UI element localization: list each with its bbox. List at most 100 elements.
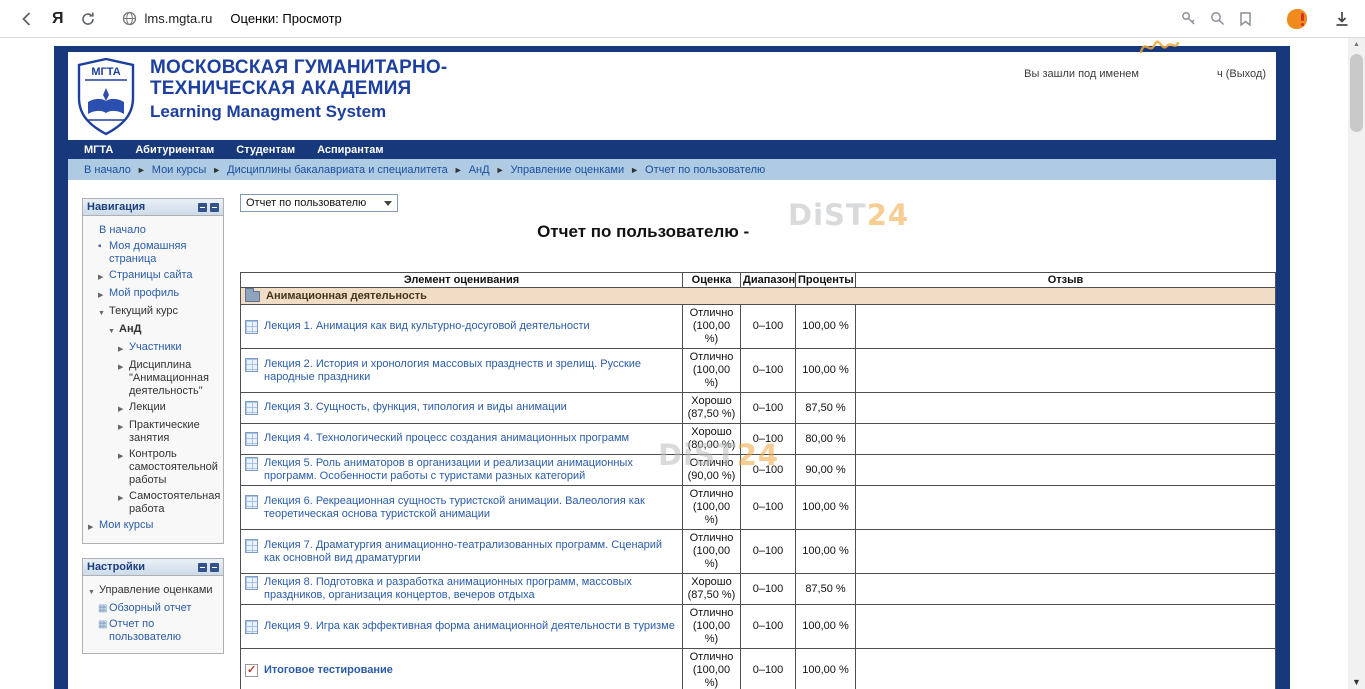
breadcrumb-link[interactable]: Управление оценками	[511, 164, 625, 176]
vertical-scrollbar[interactable]: ▲ ▼	[1348, 38, 1365, 689]
sidebar-item[interactable]: ▦Обзорный отчет	[88, 602, 220, 615]
search-icon[interactable]	[1209, 10, 1226, 27]
sidebar-item[interactable]: ▶Лекции	[88, 401, 220, 416]
breadcrumb-link[interactable]: Мои курсы	[152, 164, 206, 176]
nav-item[interactable]: МГТА	[84, 144, 113, 156]
grade-cell: Хорошо(80,00 %)	[683, 424, 741, 455]
address-bar-url[interactable]: lms.mgta.ru	[145, 11, 213, 26]
collapse-block-icon[interactable]	[198, 563, 207, 572]
percentage-value: 87,50 %	[796, 574, 856, 605]
sidebar-item[interactable]: ▪Моя домашняя страница	[88, 240, 220, 266]
range-value: 0–100	[741, 649, 796, 689]
grade-item-row: Лекция 2. История и хронология массовых …	[241, 349, 1276, 393]
category-label-wrap: Анимационная деятельность	[245, 290, 1271, 302]
report-type-select[interactable]: Отчет по пользователю	[240, 194, 398, 212]
feedback-value	[856, 305, 1276, 349]
scrollbar-thumb[interactable]	[1350, 54, 1363, 132]
folder-icon	[245, 291, 260, 302]
chevron-right-icon: ▶	[118, 448, 129, 487]
dock-block-icon[interactable]	[210, 563, 219, 572]
chevron-right-icon: ▶	[118, 490, 129, 516]
scroll-down-icon[interactable]: ▼	[1348, 675, 1365, 689]
nav-item[interactable]: Студентам	[236, 144, 295, 156]
grade-item-link[interactable]: Лекция 1. Анимация как вид культурно-дос…	[264, 320, 590, 333]
site-content: МГТА МОСКОВСКАЯ ГУМАНИТАРНО- ТЕХНИЧЕСКАЯ…	[68, 52, 1276, 689]
feedback-value	[856, 574, 1276, 605]
breadcrumb-link[interactable]: Отчет по пользователю	[645, 164, 765, 176]
breadcrumb-link[interactable]: АнД	[469, 164, 490, 176]
sidebar-item[interactable]: В начало	[88, 224, 220, 237]
sidebar-item[interactable]: ▶Участники	[88, 341, 220, 356]
feedback-value	[856, 605, 1276, 649]
grade-item-row: Лекция 6. Рекреационная сущность туристс…	[241, 486, 1276, 530]
grade-item-name-cell: Лекция 3. Сущность, функция, типология и…	[241, 393, 683, 424]
grade-item-link[interactable]: Лекция 8. Подготовка и разработка анимац…	[264, 576, 678, 602]
sidebar-item[interactable]: ▼Текущий курс	[88, 305, 220, 320]
grade-item-link[interactable]: Лекция 5. Роль аниматоров в организации …	[264, 457, 678, 483]
grade-percent-paren: (87,50 %)	[687, 589, 736, 602]
collapse-block-icon[interactable]	[198, 203, 207, 212]
sidebar-item[interactable]: ▼АнД	[88, 323, 220, 338]
site-security-icon[interactable]	[122, 11, 137, 26]
lesson-icon	[245, 576, 258, 590]
grade-item-row: Итоговое тестированиеОтлично(100,00 %)0–…	[241, 649, 1276, 689]
breadcrumb-link[interactable]: Дисциплины бакалавриата и специалитета	[227, 164, 448, 176]
grade-value: Хорошо	[687, 426, 736, 439]
percentage-value: 100,00 %	[796, 349, 856, 393]
category-cell: Анимационная деятельность	[241, 288, 1276, 305]
column-header: Проценты	[796, 273, 856, 288]
sidebar-item[interactable]: ▶Дисциплина "Анимационная деятельность"	[88, 359, 220, 398]
grade-item-name-cell: Лекция 2. История и хронология массовых …	[241, 349, 683, 393]
feedback-value	[856, 424, 1276, 455]
grade-item-link[interactable]: Лекция 3. Сущность, функция, типология и…	[264, 401, 567, 414]
page-viewport: МГТА МОСКОВСКАЯ ГУМАНИТАРНО- ТЕХНИЧЕСКАЯ…	[0, 38, 1348, 689]
browser-logo[interactable]: Я	[52, 10, 64, 28]
sidebar-item[interactable]: ▶Страницы сайта	[88, 269, 220, 284]
sidebar-item[interactable]: ▦Отчет по пользователю	[88, 618, 220, 644]
grade-value: Хорошо	[687, 395, 736, 408]
grade-item-label-wrap: Лекция 6. Рекреационная сущность туристс…	[245, 495, 678, 521]
grade-cell: Отлично(100,00 %)	[683, 486, 741, 530]
grade-item-link[interactable]: Итоговое тестирование	[264, 664, 393, 677]
download-icon[interactable]	[1333, 10, 1351, 28]
grade-item-link[interactable]: Лекция 9. Игра как эффективная форма ани…	[264, 620, 675, 633]
sidebar-item[interactable]: ▶Практические занятия	[88, 419, 220, 445]
browser-toolbar: Я lms.mgta.ru Оценки: Просмотр	[0, 0, 1365, 38]
sidebar-item[interactable]: ▼Управление оценками	[88, 584, 220, 599]
category-row: Анимационная деятельность	[241, 288, 1276, 305]
password-manager-icon[interactable]	[1180, 10, 1197, 27]
bookmark-icon[interactable]	[1238, 11, 1253, 27]
sidebar-item[interactable]: ▶Самостоятельная работа	[88, 490, 220, 516]
grade-item-link[interactable]: Лекция 2. История и хронология массовых …	[264, 358, 678, 384]
range-value: 0–100	[741, 424, 796, 455]
nav-item[interactable]: Абитуриентам	[135, 144, 214, 156]
scroll-up-icon[interactable]: ▲	[1348, 38, 1365, 52]
reload-icon[interactable]	[80, 11, 96, 27]
range-value: 0–100	[741, 574, 796, 605]
sidebar-item-label: Мой профиль	[109, 287, 220, 302]
dock-block-icon[interactable]	[210, 203, 219, 212]
logout-link[interactable]: ч (Выход)	[1217, 68, 1266, 80]
report-type-selected-value: Отчет по пользователю	[246, 197, 366, 209]
grade-item-link[interactable]: Лекция 4. Технологический процесс создан…	[264, 432, 629, 445]
grade-value: Отлично	[687, 351, 736, 364]
nav-item[interactable]: Аспирантам	[317, 144, 383, 156]
sidebar-item[interactable]: ▶Мой профиль	[88, 287, 220, 302]
sidebar-item[interactable]: ▶Мои курсы	[88, 519, 220, 534]
sidebar-item[interactable]: ▶Контроль самостоятельной работы	[88, 448, 220, 487]
quiz-icon	[245, 664, 258, 677]
feedback-value	[856, 530, 1276, 574]
extension-alert-icon[interactable]	[1287, 9, 1307, 29]
report-icon: ▦	[98, 618, 109, 644]
grade-value: Отлично	[687, 651, 736, 664]
grade-item-name-cell: Лекция 9. Игра как эффективная форма ани…	[241, 605, 683, 649]
grade-item-label-wrap: Итоговое тестирование	[245, 664, 678, 677]
grade-cell: Отлично(100,00 %)	[683, 530, 741, 574]
back-icon[interactable]	[18, 10, 36, 28]
breadcrumb-link[interactable]: В начало	[84, 164, 131, 176]
grade-item-link[interactable]: Лекция 7. Драматургия анимационно-театра…	[264, 539, 678, 565]
grade-item-link[interactable]: Лекция 6. Рекреационная сущность туристс…	[264, 495, 678, 521]
feedback-value	[856, 393, 1276, 424]
grade-item-name-cell: Лекция 1. Анимация как вид культурно-дос…	[241, 305, 683, 349]
range-value: 0–100	[741, 305, 796, 349]
